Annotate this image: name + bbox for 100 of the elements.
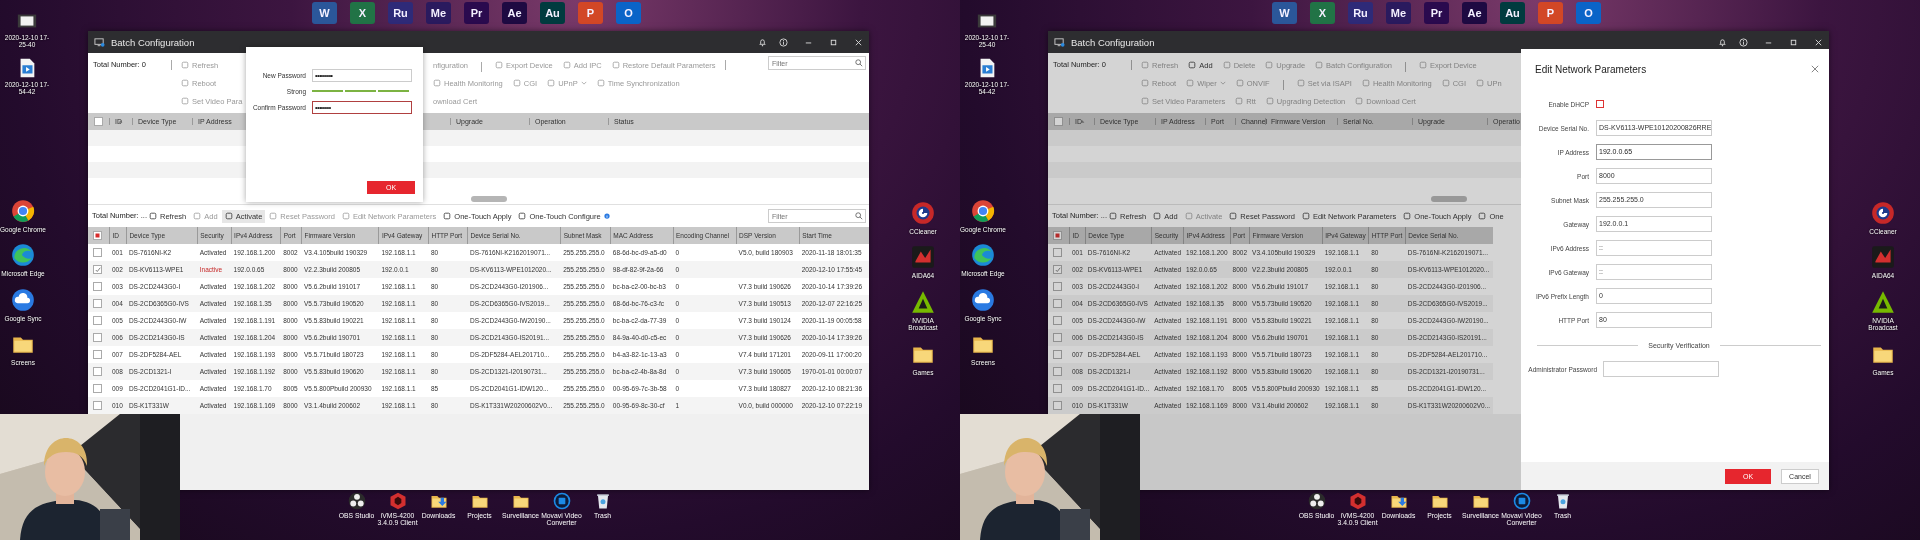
monitor-icon xyxy=(1054,36,1065,48)
checkbox[interactable] xyxy=(1053,281,1062,291)
bell-icon[interactable] xyxy=(758,37,767,47)
checkbox[interactable] xyxy=(93,400,102,410)
checkbox[interactable] xyxy=(94,117,103,126)
square-outline-icon xyxy=(547,79,556,87)
panel-title: Edit Network Parameters xyxy=(1535,63,1647,75)
info-icon xyxy=(603,213,610,219)
circle-logo-icon[interactable] xyxy=(1306,491,1327,511)
wave-logo-icon[interactable] xyxy=(10,242,36,269)
password-field[interactable] xyxy=(1603,361,1719,377)
app-icon[interactable]: O xyxy=(616,2,641,24)
app-icon[interactable]: X xyxy=(1310,2,1335,24)
checkbox[interactable] xyxy=(93,332,102,342)
checkbox[interactable] xyxy=(93,247,102,257)
checkbox[interactable] xyxy=(93,281,102,291)
square-outline-icon xyxy=(181,61,189,69)
app-icon[interactable]: Pr xyxy=(464,2,489,24)
tricolor-wheel-icon[interactable] xyxy=(10,198,36,224)
ring-logo-icon[interactable] xyxy=(1870,200,1896,226)
square-logo-icon[interactable] xyxy=(910,244,936,271)
app-icon[interactable]: Pr xyxy=(1424,2,1449,24)
square-outline-icon xyxy=(341,212,350,220)
square-outline-icon xyxy=(1296,79,1305,87)
cloud-icon[interactable] xyxy=(970,286,996,313)
bell-icon[interactable] xyxy=(1718,37,1727,47)
app-icon[interactable]: Au xyxy=(1500,2,1525,24)
checkbox[interactable] xyxy=(1053,366,1062,376)
square-outline-icon xyxy=(562,61,571,69)
app-icon[interactable]: Me xyxy=(426,2,451,24)
checkbox[interactable] xyxy=(93,383,102,393)
maximize-icon[interactable] xyxy=(829,37,838,47)
square-outline-icon xyxy=(1141,79,1149,87)
app-icon[interactable]: Ru xyxy=(388,2,413,24)
close-icon[interactable] xyxy=(1811,65,1819,73)
checkbox[interactable] xyxy=(93,298,102,308)
checkbox[interactable] xyxy=(93,265,102,274)
checkbox[interactable] xyxy=(1053,247,1062,257)
splitter-handle[interactable] xyxy=(1430,196,1467,202)
square-outline-icon xyxy=(1184,212,1193,220)
square-outline-icon xyxy=(1265,61,1274,69)
app-icon[interactable]: Me xyxy=(1386,2,1411,24)
app-icon[interactable]: X xyxy=(350,2,375,24)
caret-icon xyxy=(580,80,587,86)
square-outline-icon xyxy=(433,79,441,87)
app-icon[interactable]: Ru xyxy=(1348,2,1373,24)
square-outline-icon xyxy=(495,61,504,69)
app-icon[interactable]: W xyxy=(1272,2,1297,24)
square-outline-icon xyxy=(224,212,233,220)
tricolor-wheel-icon[interactable] xyxy=(970,198,996,224)
square-outline-icon xyxy=(611,61,620,69)
checkbox[interactable] xyxy=(1053,400,1062,410)
checkbox[interactable] xyxy=(1053,265,1062,274)
square-outline-icon xyxy=(1361,79,1370,87)
square-outline-icon xyxy=(1265,97,1274,105)
checkbox[interactable] xyxy=(1053,315,1062,325)
square-outline-icon xyxy=(1141,97,1149,105)
checkbox[interactable] xyxy=(93,366,102,376)
cloud-icon[interactable] xyxy=(10,286,36,313)
checkbox[interactable] xyxy=(93,230,102,240)
circle-logo-icon[interactable] xyxy=(346,491,367,511)
checkbox[interactable] xyxy=(1053,298,1062,308)
info-icon[interactable] xyxy=(779,37,788,47)
app-icon[interactable]: Au xyxy=(540,2,565,24)
maximize-icon[interactable] xyxy=(1789,37,1798,47)
app-icon[interactable]: Ae xyxy=(1462,2,1487,24)
square-outline-icon xyxy=(1418,61,1427,69)
square-outline-icon xyxy=(1355,97,1364,105)
checkbox[interactable] xyxy=(1053,349,1062,359)
app-icon[interactable]: O xyxy=(1576,2,1601,24)
square-outline-icon xyxy=(512,79,521,87)
square-logo-icon[interactable] xyxy=(1870,244,1896,271)
splitter-handle[interactable] xyxy=(470,196,507,202)
checkbox[interactable] xyxy=(1053,383,1062,393)
app-icon[interactable]: P xyxy=(578,2,603,24)
ring-logo-icon[interactable] xyxy=(910,200,936,226)
checkbox[interactable] xyxy=(93,349,102,359)
square-outline-icon xyxy=(149,212,157,220)
monitor-icon xyxy=(94,36,105,48)
square-outline-icon xyxy=(181,79,189,87)
square-outline-icon xyxy=(1476,79,1484,87)
info-icon[interactable] xyxy=(1739,37,1748,47)
app-icon[interactable]: W xyxy=(312,2,337,24)
square-outline-icon xyxy=(269,212,278,220)
square-outline-icon xyxy=(1478,212,1487,220)
wave-logo-icon[interactable] xyxy=(970,242,996,269)
square-outline-icon xyxy=(1186,79,1195,87)
square-outline-icon xyxy=(1403,212,1412,220)
square-outline-icon xyxy=(1153,212,1162,220)
app-icon[interactable]: Ae xyxy=(502,2,527,24)
checkbox[interactable] xyxy=(1596,100,1604,108)
square-outline-icon xyxy=(1235,79,1244,87)
checkbox[interactable] xyxy=(1054,117,1063,126)
square-outline-icon xyxy=(1188,61,1197,69)
checkbox[interactable] xyxy=(1053,230,1062,240)
checkbox[interactable] xyxy=(93,315,102,325)
square-outline-icon xyxy=(1235,97,1244,105)
square-outline-icon xyxy=(1301,212,1310,220)
app-icon[interactable]: P xyxy=(1538,2,1563,24)
checkbox[interactable] xyxy=(1053,332,1062,342)
